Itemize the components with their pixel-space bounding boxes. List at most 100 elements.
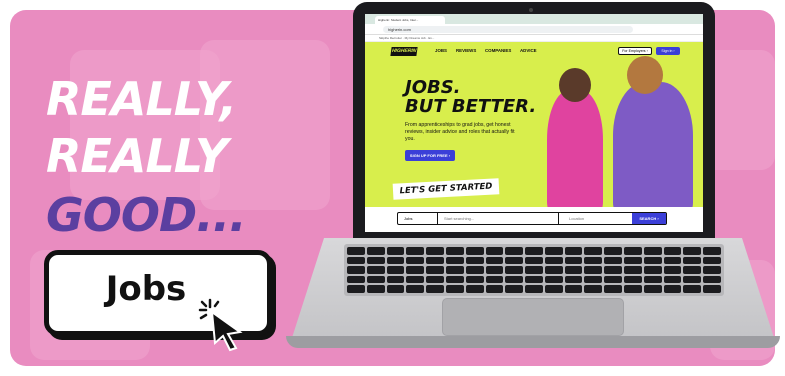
- keyboard-key: [406, 247, 425, 255]
- keyboard-key: [485, 275, 504, 284]
- keyboard-key: [525, 256, 543, 265]
- url-field[interactable]: higherin.com: [383, 26, 633, 33]
- keyboard-key: [426, 247, 444, 255]
- keyboard-key: [426, 266, 444, 274]
- browser-tab-bar: Higherin: Student Jobs, Inter...: [365, 14, 703, 24]
- search-input[interactable]: Start searching...: [444, 213, 474, 224]
- search-button[interactable]: SEARCH ›: [632, 213, 666, 224]
- keyboard-key: [564, 275, 583, 284]
- keyboard-key: [604, 247, 623, 255]
- keyboard-key: [426, 256, 444, 265]
- keyboard-key: [703, 266, 721, 274]
- nav-jobs[interactable]: JOBS: [435, 48, 447, 53]
- keyboard-key: [366, 247, 385, 255]
- keyboard-key: [643, 285, 662, 293]
- keyboard-key: [525, 275, 543, 284]
- keyboard-key: [544, 285, 563, 293]
- keyboard-key: [465, 275, 484, 284]
- keyboard-key: [465, 256, 484, 265]
- keyboard-key: [584, 275, 603, 284]
- keyboard-key: [445, 285, 464, 293]
- webcam: [529, 8, 533, 12]
- keyboard-key: [445, 266, 464, 274]
- keyboard-key: [564, 247, 583, 255]
- hero-photo-person-2-head: [627, 56, 663, 94]
- keyboard-key: [604, 275, 623, 284]
- hero-photo-person-1-head: [559, 68, 591, 102]
- keyboard-key: [485, 285, 504, 293]
- keyboard-key: [445, 275, 464, 284]
- address-bar: higherin.com: [365, 24, 703, 35]
- keyboard-key: [386, 285, 405, 293]
- keyboard-key: [366, 275, 385, 284]
- keyboard-key: [406, 275, 425, 284]
- keyboard-key: [624, 275, 642, 284]
- headline-line-1: REALLY,: [46, 72, 237, 126]
- nav-advice[interactable]: ADVICE: [520, 48, 537, 53]
- keyboard-key: [386, 275, 405, 284]
- keyboard-key: [505, 266, 524, 274]
- keyboard-key: [366, 256, 385, 265]
- keyboard-key: [703, 256, 721, 265]
- site-logo[interactable]: HIGHERIN: [390, 47, 418, 56]
- keyboard-key: [624, 266, 642, 274]
- keyboard-key: [426, 285, 444, 293]
- keyboard-key: [485, 266, 504, 274]
- headline-line-2: REALLY: [46, 129, 228, 183]
- keyboard-key: [683, 247, 702, 255]
- keyboard-key: [643, 247, 662, 255]
- keyboard-key: [643, 275, 662, 284]
- keyboard-key: [663, 275, 682, 284]
- search-strip: Jobs Start searching... Location SEARCH …: [365, 207, 703, 232]
- nav-companies[interactable]: COMPANIES: [485, 48, 511, 53]
- search-type-select[interactable]: Jobs: [398, 213, 438, 224]
- keyboard-key: [525, 285, 543, 293]
- keyboard-key: [703, 275, 721, 284]
- sign-in-button[interactable]: Sign in ›: [656, 47, 680, 55]
- nav-reviews[interactable]: REVIEWS: [456, 48, 476, 53]
- hero-text: From apprenticeships to grad jobs, get h…: [405, 122, 515, 142]
- keyboard-key: [465, 266, 484, 274]
- hero-photo-person-2: [613, 82, 693, 216]
- keyboard-key: [505, 256, 524, 265]
- signup-button[interactable]: SIGN UP FOR FREE ›: [405, 150, 455, 161]
- keyboard-key: [465, 285, 484, 293]
- for-employers-button[interactable]: For Employers ›: [618, 47, 652, 55]
- keyboard: [344, 244, 724, 296]
- keyboard-key: [584, 285, 603, 293]
- keyboard-key: [445, 256, 464, 265]
- keyboard-key: [347, 285, 365, 293]
- keyboard-key: [624, 285, 642, 293]
- keyboard-key: [584, 256, 603, 265]
- keyboard-key: [564, 266, 583, 274]
- website: HIGHERIN JOBS REVIEWS COMPANIES ADVICE F…: [365, 42, 703, 232]
- keyboard-key: [584, 247, 603, 255]
- keyboard-key: [683, 256, 702, 265]
- laptop-base-edge: [286, 336, 780, 348]
- keyboard-key: [544, 275, 563, 284]
- keyboard-key: [406, 285, 425, 293]
- location-input[interactable]: Location: [558, 213, 628, 224]
- cursor-click-icon: [198, 298, 243, 352]
- hero-title-1: JOBS.: [405, 77, 461, 98]
- headline-line-3: GOOD...: [46, 188, 247, 242]
- browser-tab[interactable]: Higherin: Student Jobs, Inter...: [375, 16, 445, 24]
- keyboard-key: [663, 266, 682, 274]
- keyboard-key: [525, 247, 543, 255]
- keyboard-key: [406, 256, 425, 265]
- keyboard-key: [564, 285, 583, 293]
- keyboard-key: [683, 275, 702, 284]
- keyboard-key: [663, 285, 682, 293]
- keyboard-key: [604, 285, 623, 293]
- keyboard-key: [485, 256, 504, 265]
- keyboard-key: [584, 266, 603, 274]
- keyboard-key: [703, 285, 721, 293]
- keyboard-key: [505, 275, 524, 284]
- keyboard-key: [525, 266, 543, 274]
- hero-title-2: BUT BETTER.: [405, 96, 537, 117]
- keyboard-key: [347, 266, 365, 274]
- keyboard-key: [604, 266, 623, 274]
- keyboard-key: [643, 256, 662, 265]
- trackpad: [442, 298, 624, 336]
- keyboard-key: [624, 247, 642, 255]
